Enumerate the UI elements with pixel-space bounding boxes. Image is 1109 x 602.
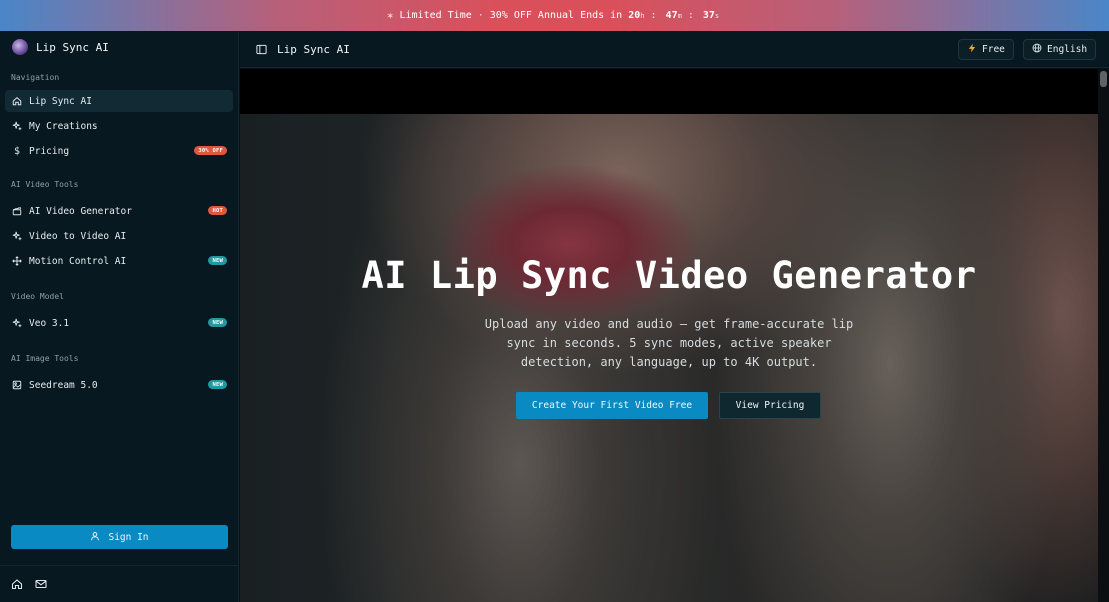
main-content: AI Lip Sync Video Generator Upload any v… [240, 69, 1098, 602]
sparkle-icon [12, 318, 22, 328]
sidebar-item-label: Pricing [29, 145, 70, 157]
sidebar-item-seedream-5-0[interactable]: Seedream 5.0 NEW [5, 374, 233, 396]
discount-badge: 30% OFF [194, 146, 227, 155]
countdown-sep: : [650, 10, 657, 21]
hot-badge: HOT [208, 206, 227, 215]
clapper-icon [12, 206, 22, 216]
scrollbar[interactable] [1098, 69, 1109, 602]
hero-title: AI Lip Sync Video Generator [361, 254, 977, 297]
dollar-icon: $ [13, 145, 21, 157]
sidebar-item-label: My Creations [29, 120, 98, 132]
sidebar-item-label: Seedream 5.0 [29, 379, 98, 391]
section-label-video-model: Video Model [11, 292, 64, 301]
promo-ends: Ends in [580, 10, 623, 21]
user-icon [90, 531, 100, 544]
image-icon [12, 380, 22, 390]
scrollbar-thumb[interactable] [1100, 71, 1107, 87]
sign-in-button[interactable]: Sign In [11, 525, 228, 549]
brand-name: Lip Sync AI [36, 40, 109, 54]
free-plan-button[interactable]: Free [958, 39, 1014, 60]
sidebar-item-veo-3-1[interactable]: Veo 3.1 NEW [5, 312, 233, 334]
sidebar-item-my-creations[interactable]: My Creations [5, 115, 233, 137]
free-plan-label: Free [982, 44, 1005, 55]
section-label-navigation: Navigation [11, 73, 60, 82]
sidebar-item-label: Lip Sync AI [29, 95, 92, 107]
language-label: English [1047, 44, 1088, 55]
sidebar-item-label: Veo 3.1 [29, 317, 70, 329]
sidebar-footer [0, 565, 239, 602]
countdown-timer: 20h: 47m: 37s [628, 10, 722, 21]
sidebar-toggle-icon[interactable] [256, 43, 268, 55]
sparkle-icon [12, 121, 22, 131]
sparkle-icon: ✶ [386, 9, 394, 22]
countdown-sep: : [687, 10, 694, 21]
brand[interactable]: Lip Sync AI [0, 31, 238, 63]
home-icon [12, 96, 22, 106]
sidebar: Lip Sync AI Navigation Lip Sync AI My Cr… [0, 31, 239, 602]
sidebar-item-label: AI Video Generator [29, 205, 132, 217]
sidebar-item-video-to-video-ai[interactable]: Video to Video AI [5, 225, 233, 247]
language-selector[interactable]: English [1023, 39, 1097, 60]
top-bar: Lip Sync AI Free English [240, 31, 1109, 68]
lightning-icon [967, 43, 977, 56]
countdown-seconds: 37 [702, 10, 715, 21]
countdown-hours: 20 [628, 10, 641, 21]
new-badge: NEW [208, 380, 227, 389]
new-badge: NEW [208, 256, 227, 265]
mail-icon[interactable] [35, 575, 47, 594]
sidebar-item-ai-video-generator[interactable]: AI Video Generator HOT [5, 200, 233, 222]
countdown-seconds-unit: s [714, 12, 720, 20]
countdown-minutes: 47 [665, 10, 678, 21]
section-label-ai-video-tools: AI Video Tools [11, 180, 79, 189]
sidebar-item-label: Video to Video AI [29, 230, 127, 242]
globe-icon [1032, 43, 1042, 56]
sidebar-item-label: Motion Control AI [29, 255, 127, 267]
sidebar-item-pricing[interactable]: $ Pricing 30% OFF [5, 140, 233, 162]
promo-dot: · [477, 10, 484, 21]
sidebar-item-lip-sync-ai[interactable]: Lip Sync AI [5, 90, 233, 112]
sign-in-label: Sign In [108, 531, 149, 543]
home-icon[interactable] [11, 575, 23, 594]
create-first-video-button[interactable]: Create Your First Video Free [516, 392, 708, 419]
view-pricing-button[interactable]: View Pricing [719, 392, 821, 419]
sparkle-icon [12, 231, 22, 241]
section-label-ai-image-tools: AI Image Tools [11, 354, 79, 363]
countdown-minutes-unit: m [677, 12, 682, 20]
promo-label: Limited Time [399, 10, 472, 21]
page-title: Lip Sync AI [277, 42, 350, 56]
sidebar-item-motion-control-ai[interactable]: Motion Control AI NEW [5, 250, 233, 272]
hero-subtitle: Upload any video and audio — get frame-a… [484, 317, 854, 369]
countdown-hours-unit: h [640, 12, 645, 20]
new-badge: NEW [208, 318, 227, 327]
move-icon [12, 256, 22, 266]
promo-offer: 30% OFF Annual [489, 10, 575, 21]
promo-banner: ✶ Limited Time · 30% OFF Annual Ends in … [0, 0, 1109, 31]
brand-logo-icon [12, 39, 28, 55]
